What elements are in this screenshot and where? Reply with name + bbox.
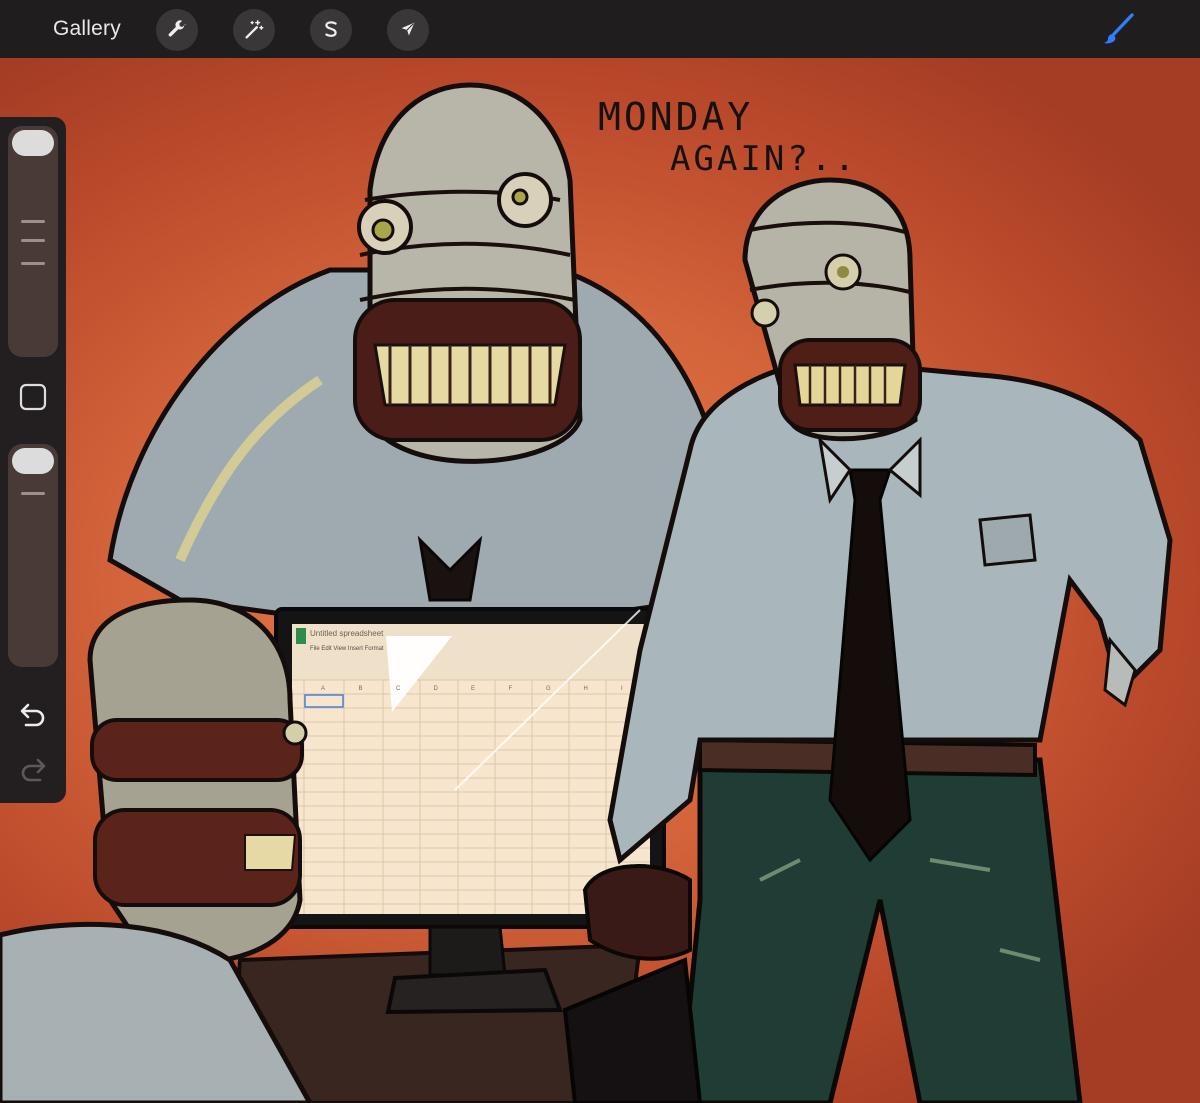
top-toolbar: Gallery (0, 0, 1200, 58)
drawing-canvas[interactable]: MONDAY AGAIN?.. Untitled spreadsheet Fil… (0, 58, 1200, 1103)
opacity-tick (21, 492, 45, 495)
size-tick (21, 239, 45, 242)
spreadsheet-column-header: D (434, 686, 439, 692)
redo-icon[interactable] (18, 755, 48, 783)
gallery-button[interactable]: Gallery (53, 17, 121, 41)
spreadsheet-column-header: G (546, 686, 551, 692)
spreadsheet-column-header: H (584, 686, 588, 692)
spreadsheet-title: Untitled spreadsheet (310, 629, 384, 638)
arrow-cursor-icon[interactable] (387, 9, 429, 51)
brush-size-thumb[interactable] (12, 130, 54, 156)
size-tick (21, 220, 45, 223)
undo-icon[interactable] (18, 700, 48, 728)
magic-wand-icon[interactable] (233, 9, 275, 51)
square-modifier-icon[interactable] (19, 383, 47, 411)
brush-opacity-thumb[interactable] (12, 448, 54, 474)
caption-line2: AGAIN?.. (670, 139, 858, 179)
brush-opacity-slider[interactable] (8, 444, 58, 667)
selection-s-icon[interactable] (310, 9, 352, 51)
brush-icon[interactable] (1102, 12, 1136, 46)
brush-size-slider[interactable] (8, 126, 58, 357)
brush-sidebar (0, 117, 66, 803)
spreadsheet-column-header: C (396, 686, 401, 692)
caption-line1: MONDAY (598, 95, 753, 139)
size-tick (21, 262, 45, 265)
spreadsheet-column-header: B (359, 686, 363, 692)
artwork: MONDAY AGAIN?.. Untitled spreadsheet Fil… (0, 82, 1173, 1103)
spreadsheet-column-header: E (471, 686, 475, 692)
spreadsheet-column-header: F (509, 686, 513, 692)
spreadsheet-menu: File Edit View Insert Format (310, 646, 384, 652)
wrench-icon[interactable] (156, 9, 198, 51)
spreadsheet-column-header: A (321, 686, 325, 692)
